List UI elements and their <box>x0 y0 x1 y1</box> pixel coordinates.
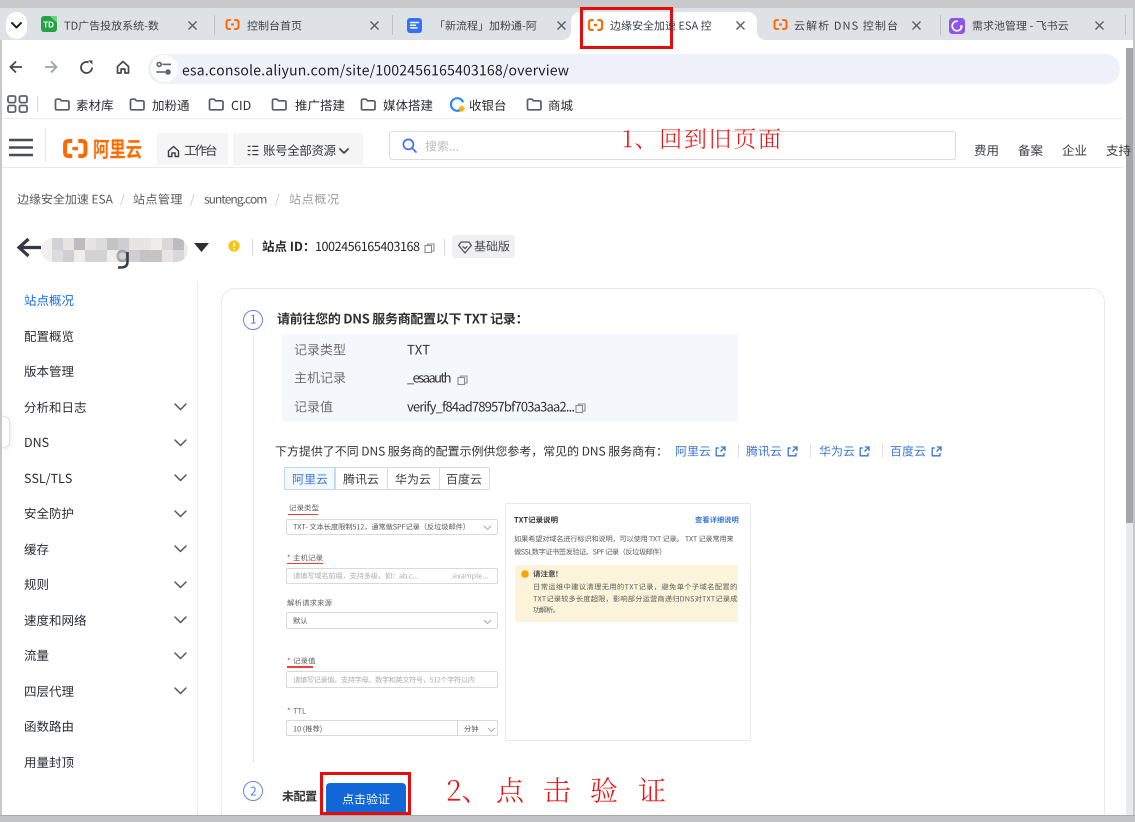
svg-text:TD: TD <box>43 21 54 30</box>
